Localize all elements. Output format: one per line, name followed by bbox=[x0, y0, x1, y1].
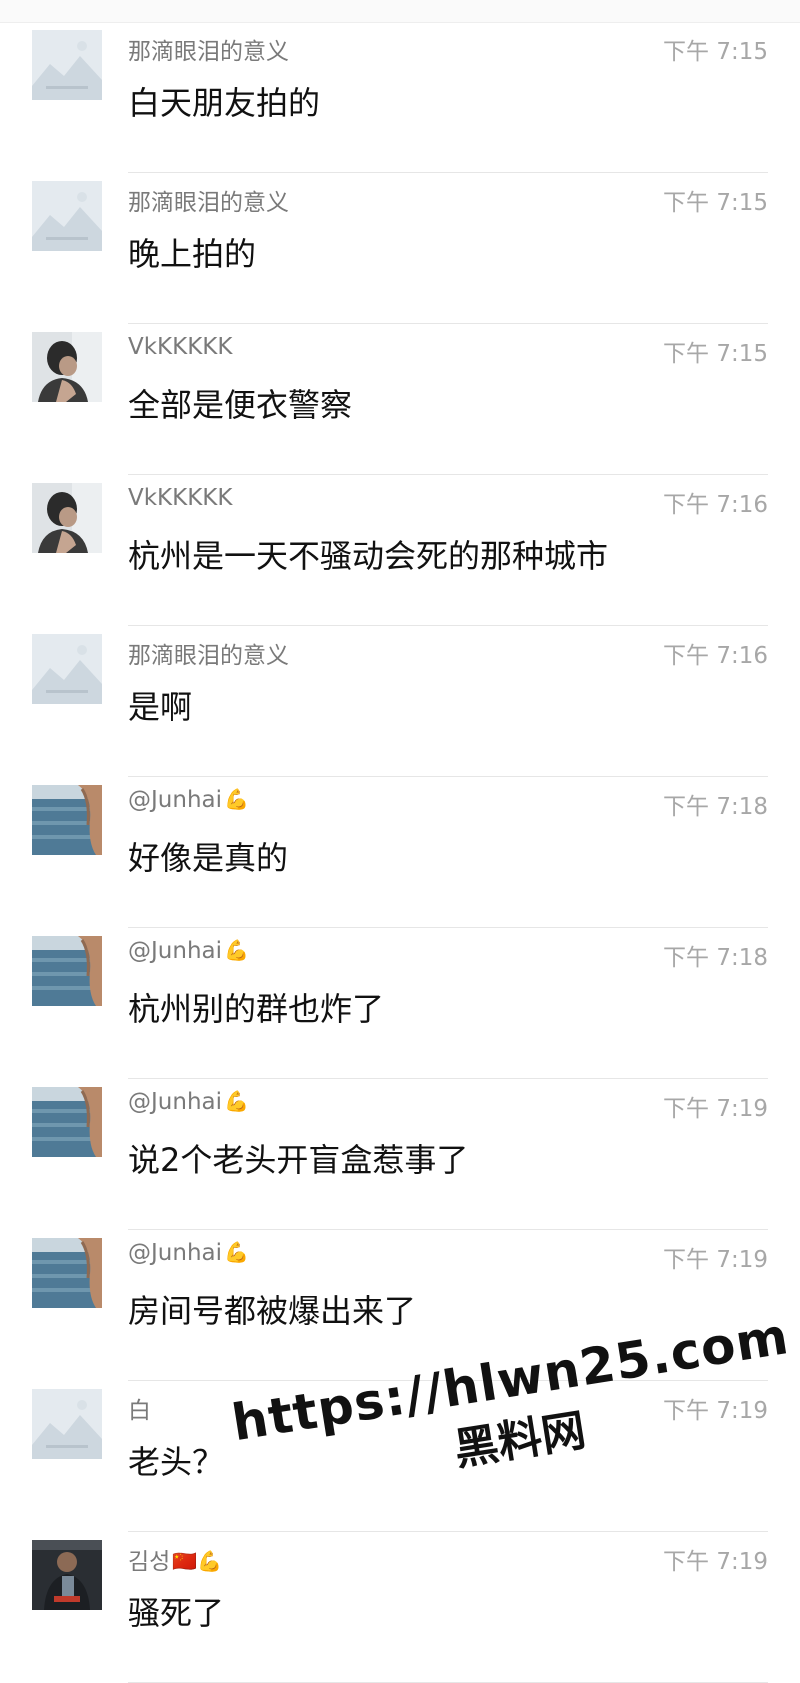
sender-name[interactable]: 那滴眼泪的意义 bbox=[128, 32, 291, 66]
sender-avatar[interactable] bbox=[32, 1087, 102, 1157]
message-text: 说2个老头开盲盒惹事了 bbox=[128, 1141, 469, 1179]
sender-avatar[interactable] bbox=[32, 1238, 102, 1308]
sender-name-text: 白 bbox=[128, 1398, 151, 1424]
sender-badge-emoji: 💪 bbox=[224, 1089, 249, 1113]
message-text: 老头？ bbox=[128, 1443, 225, 1481]
message-time: 下午 7:18 bbox=[663, 794, 768, 820]
sender-name-text: 那滴眼泪的意义 bbox=[128, 643, 289, 669]
sender-name-text: @Junhai bbox=[128, 1089, 222, 1115]
sender-avatar[interactable] bbox=[32, 634, 102, 704]
sender-badge-emoji: 💪 bbox=[224, 1240, 249, 1264]
message-time: 下午 7:18 bbox=[663, 945, 768, 971]
sender-avatar[interactable] bbox=[32, 936, 102, 1006]
sender-name[interactable]: 白 bbox=[128, 1391, 153, 1425]
sender-name-text: @Junhai bbox=[128, 1240, 222, 1266]
sender-name-text: @Junhai bbox=[128, 787, 222, 813]
message-time: 下午 7:15 bbox=[663, 190, 768, 216]
message-text: 骚死了 bbox=[128, 1594, 225, 1632]
message-row[interactable]: 김성 🇨🇳💪 下午 7:19 骚死了 bbox=[0, 1532, 800, 1683]
sender-name[interactable]: @Junhai 💪 bbox=[128, 1240, 249, 1266]
message-time: 下午 7:15 bbox=[663, 39, 768, 65]
message-time: 下午 7:19 bbox=[663, 1398, 768, 1424]
sender-avatar[interactable] bbox=[32, 30, 102, 100]
sender-name[interactable]: 那滴眼泪的意义 bbox=[128, 636, 291, 670]
sender-name-text: 김성 bbox=[128, 1549, 171, 1575]
message-time: 下午 7:19 bbox=[663, 1549, 768, 1575]
sender-name-text: VkKKKKK bbox=[128, 485, 233, 511]
sender-avatar[interactable] bbox=[32, 483, 102, 553]
message-text: 晚上拍的 bbox=[128, 235, 257, 273]
message-row[interactable]: 白 下午 7:19 老头？ bbox=[0, 1381, 800, 1532]
message-text: 白天朋友拍的 bbox=[128, 84, 321, 122]
message-time: 下午 7:15 bbox=[663, 341, 768, 367]
message-time: 下午 7:16 bbox=[663, 643, 768, 669]
sender-badge-emoji: 💪 bbox=[224, 938, 249, 962]
message-text: 杭州别的群也炸了 bbox=[128, 990, 385, 1028]
message-time: 下午 7:16 bbox=[663, 492, 768, 518]
sender-badge-emoji: 🇨🇳💪 bbox=[172, 1549, 223, 1573]
sender-name-text: @Junhai bbox=[128, 938, 222, 964]
sender-badge-emoji: 💪 bbox=[224, 787, 249, 811]
sender-name[interactable]: VkKKKKK bbox=[128, 334, 234, 360]
sender-avatar[interactable] bbox=[32, 1389, 102, 1459]
message-row[interactable]: 那滴眼泪的意义 下午 7:15 白天朋友拍的 bbox=[0, 22, 800, 173]
message-time: 下午 7:19 bbox=[663, 1096, 768, 1122]
message-text: 好像是真的 bbox=[128, 839, 289, 877]
sender-name-text: VkKKKKK bbox=[128, 334, 233, 360]
sender-avatar[interactable] bbox=[32, 1540, 102, 1610]
message-row[interactable]: @Junhai 💪 下午 7:18 好像是真的 bbox=[0, 777, 800, 928]
message-text: 全部是便衣警察 bbox=[128, 386, 353, 424]
chat-message-list: 那滴眼泪的意义 下午 7:15 白天朋友拍的 那滴眼泪的意义 下午 7:15 晚上拍的 Vk… bbox=[0, 22, 800, 1683]
message-row[interactable]: 那滴眼泪的意义 下午 7:15 晚上拍的 bbox=[0, 173, 800, 324]
sender-avatar[interactable] bbox=[32, 181, 102, 251]
sender-avatar[interactable] bbox=[32, 785, 102, 855]
message-text: 杭州是一天不骚动会死的那种城市 bbox=[128, 537, 609, 575]
message-text: 房间号都被爆出来了 bbox=[128, 1292, 417, 1330]
sender-name[interactable]: @Junhai 💪 bbox=[128, 938, 249, 964]
message-row[interactable]: @Junhai 💪 下午 7:19 说2个老头开盲盒惹事了 bbox=[0, 1079, 800, 1230]
sender-avatar[interactable] bbox=[32, 332, 102, 402]
sender-name-text: 那滴眼泪的意义 bbox=[128, 39, 289, 65]
status-strip bbox=[0, 0, 800, 23]
message-row[interactable]: @Junhai 💪 下午 7:18 杭州别的群也炸了 bbox=[0, 928, 800, 1079]
sender-name-text: 那滴眼泪的意义 bbox=[128, 190, 289, 216]
message-row[interactable]: @Junhai 💪 下午 7:19 房间号都被爆出来了 bbox=[0, 1230, 800, 1381]
message-text: 是啊 bbox=[128, 688, 193, 726]
message-row[interactable]: 那滴眼泪的意义 下午 7:16 是啊 bbox=[0, 626, 800, 777]
sender-name[interactable]: 那滴眼泪的意义 bbox=[128, 183, 291, 217]
sender-name[interactable]: @Junhai 💪 bbox=[128, 1089, 249, 1115]
sender-name[interactable]: VkKKKKK bbox=[128, 485, 234, 511]
message-time: 下午 7:19 bbox=[663, 1247, 768, 1273]
sender-name[interactable]: @Junhai 💪 bbox=[128, 787, 249, 813]
message-row[interactable]: VkKKKKK 下午 7:16 杭州是一天不骚动会死的那种城市 bbox=[0, 475, 800, 626]
sender-name[interactable]: 김성 🇨🇳💪 bbox=[128, 1542, 222, 1576]
message-row[interactable]: VkKKKKK 下午 7:15 全部是便衣警察 bbox=[0, 324, 800, 475]
